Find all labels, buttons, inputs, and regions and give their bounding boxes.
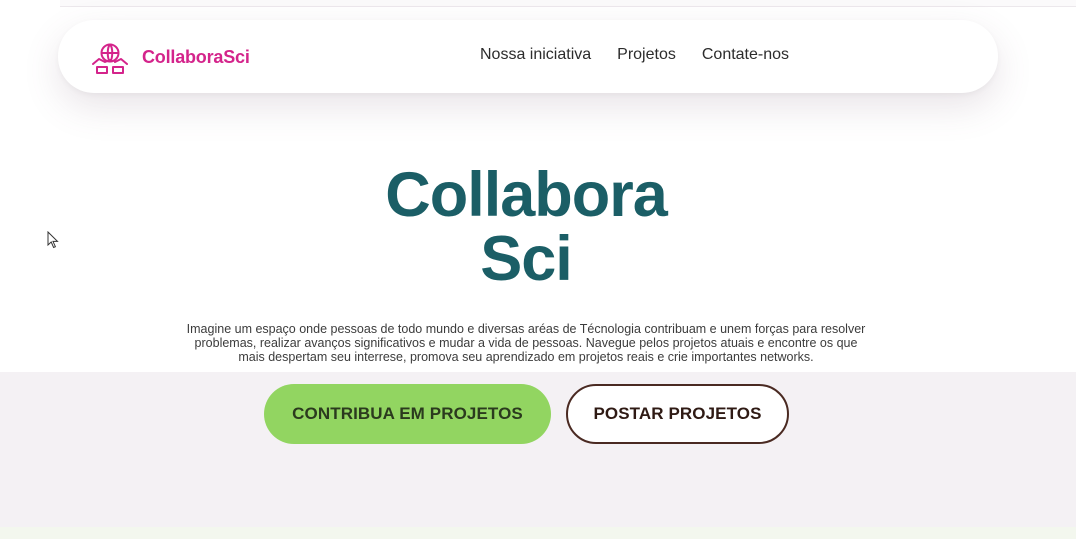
hero-description: Imagine um espaço onde pessoas de todo m… xyxy=(186,322,866,364)
top-strip xyxy=(60,0,1076,7)
collaboration-hands-icon xyxy=(92,43,128,74)
brand-name: CollaboraSci xyxy=(142,46,250,67)
brand[interactable]: CollaboraSci xyxy=(90,37,250,77)
navbar: CollaboraSci Nossa iniciativa Projetos C… xyxy=(58,20,998,93)
nav-links: Nossa iniciativa Projetos Contate-nos xyxy=(480,46,789,64)
nav-link-projetos[interactable]: Projetos xyxy=(617,46,676,64)
hero-title-line-1: Collabora xyxy=(385,160,668,230)
hero-title-line-2: Sci xyxy=(480,224,573,294)
post-projects-button[interactable]: POSTAR PROJETOS xyxy=(566,384,789,444)
nav-link-contate-nos[interactable]: Contate-nos xyxy=(702,46,789,64)
nav-link-nossa-iniciativa[interactable]: Nossa iniciativa xyxy=(480,46,591,64)
bottom-band xyxy=(0,527,1076,539)
mouse-pointer-icon xyxy=(47,231,59,249)
contribute-projects-button[interactable]: CONTRIBUA EM PROJETOS xyxy=(264,384,551,444)
hero-title: Collabora Sci xyxy=(0,163,1052,291)
